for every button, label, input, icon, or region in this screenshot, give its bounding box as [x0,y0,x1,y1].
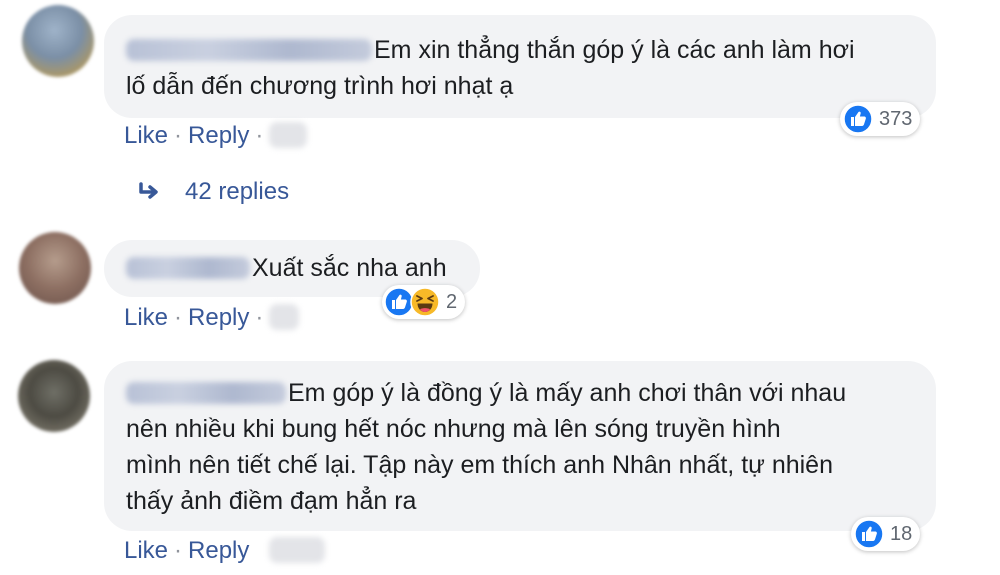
reaction-count: 373 [879,107,913,130]
reaction-count: 18 [890,522,913,545]
comment-text-line: Em xin thẳng thắn góp ý là các anh làm h… [374,36,855,64]
separator: · [174,537,183,564]
reaction-summary[interactable]: 18 [851,517,921,551]
author-name-blurred[interactable] [126,39,372,61]
timestamp-blurred[interactable] [269,122,308,148]
separator: · [174,122,183,149]
reaction-summary[interactable]: 2 [382,285,466,319]
like-icon [854,519,884,549]
comment-bubble: Em góp ý là đồng ý là mấy anh chơi thân … [104,361,936,531]
like-icon [843,104,873,134]
reply-button[interactable]: Reply [188,122,249,149]
comment-text-line: Em góp ý là đồng ý là mấy anh chơi thân … [288,379,847,407]
like-button[interactable]: Like [124,122,168,149]
comment-text-line: nên nhiều khi bung hết nóc nhưng mà lên … [126,415,781,443]
like-button[interactable]: Like [124,537,168,564]
separator: · [174,304,183,331]
like-button[interactable]: Like [124,304,168,331]
replies-count-label: 42 replies [185,178,290,205]
separator: · [255,122,264,149]
author-name-blurred[interactable] [126,382,286,404]
comment-actions: Like·Reply· [124,122,308,150]
reply-button[interactable]: Reply [188,304,249,331]
avatar[interactable] [19,232,91,304]
timestamp-blurred[interactable] [269,304,300,330]
avatar[interactable] [22,5,94,77]
comment-text-line: thấy ảnh điềm đạm hẳn ra [126,487,417,515]
avatar[interactable] [18,360,90,432]
comment-text-line: lố dẫn đến chương trình hơi nhạt ạ [126,72,514,100]
reply-button[interactable]: Reply [188,537,249,564]
comment-actions: Like·Reply· [124,537,326,565]
reply-arrow-icon [139,182,158,199]
reaction-count: 2 [446,290,458,313]
view-replies-link[interactable]: 42 replies [135,178,289,206]
timestamp-blurred[interactable] [269,537,326,563]
comment-bubble: Em xin thẳng thắn góp ý là các anh làm h… [104,15,936,118]
haha-icon [410,287,440,317]
comment-text-line: Xuất sắc nha anh [252,254,447,282]
separator: · [255,304,264,331]
comment-actions: Like·Reply· [124,304,300,332]
reaction-summary[interactable]: 373 [840,102,921,136]
comment-text-line: mình nên tiết chế lại. Tập này em thích … [126,451,833,479]
author-name-blurred[interactable] [126,257,250,279]
